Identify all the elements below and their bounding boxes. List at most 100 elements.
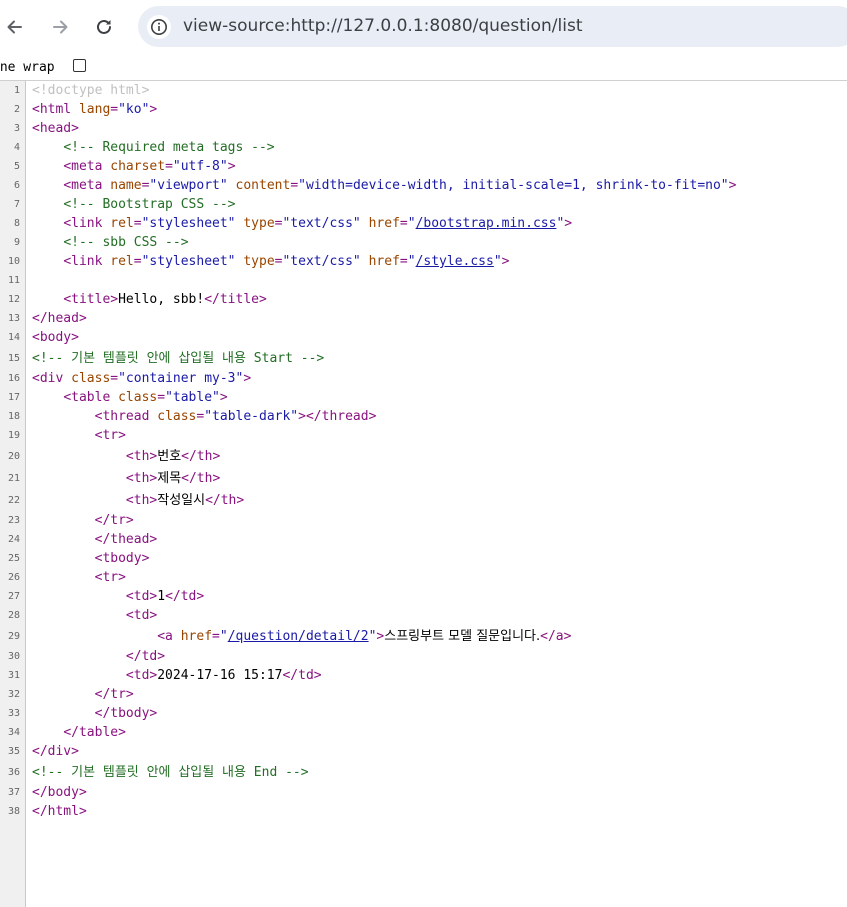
source-line: 31 <td>2024-17-16 15:17</td> <box>0 666 847 685</box>
line-number: 20 <box>7 451 20 462</box>
attr-value: "viewport" <box>149 178 228 193</box>
tag: <meta <box>63 178 111 193</box>
source-line: 29 <a href="/question/detail/2">스프링부트 모델… <box>0 627 847 646</box>
source-link[interactable]: /question/detail/2 <box>228 629 369 644</box>
tag: = <box>133 216 142 231</box>
line-number: 6 <box>13 180 20 191</box>
tag: = <box>133 254 142 269</box>
line-number: 18 <box>7 411 20 422</box>
tag: <tr> <box>94 570 126 585</box>
attr-name: href <box>368 216 400 231</box>
line-number: 23 <box>7 515 20 526</box>
comment: <!-- 기본 템플릿 안에 삽입될 내용 Start --> <box>32 351 325 366</box>
line-content: </tr> <box>32 685 134 704</box>
line-content: <div class="container my-3"> <box>32 369 251 388</box>
line-content: <th>작성일시</th> <box>32 491 244 510</box>
line-content: <html lang="ko"> <box>32 100 157 119</box>
line-content: <meta name="viewport" content="width=dev… <box>32 176 736 195</box>
source-line: 12 <title>Hello, sbb!</title> <box>0 290 847 309</box>
line-content: <tbody> <box>32 549 150 568</box>
attr-name: rel <box>110 254 134 269</box>
line-content: <link rel="stylesheet" type="text/css" h… <box>32 252 510 271</box>
line-content: <td> <box>32 606 157 625</box>
tag: > <box>501 254 510 269</box>
line-number: 29 <box>7 631 20 642</box>
site-info-button[interactable] <box>147 15 171 39</box>
tag: <title> <box>63 292 119 307</box>
source-line: 23 </tr> <box>0 511 847 530</box>
tag: > <box>728 178 737 193</box>
line-content: </head> <box>32 309 87 328</box>
text-node: 1 <box>157 589 166 604</box>
tag: <link <box>63 254 111 269</box>
line-number: 16 <box>7 373 20 384</box>
line-content: </tr> <box>32 511 134 530</box>
attr-value: "utf-8" <box>172 159 228 174</box>
source-line: 36 <!-- 기본 템플릿 안에 삽입될 내용 End --> <box>0 763 847 782</box>
tag: <html <box>32 102 79 117</box>
attr-name: type <box>243 216 275 231</box>
line-number: 25 <box>7 553 20 564</box>
tag: </tbody> <box>94 706 158 721</box>
line-number: 24 <box>7 534 20 545</box>
line-content: <tr> <box>32 426 126 445</box>
line-content: <!-- Bootstrap CSS --> <box>32 195 235 214</box>
attr-name: class <box>118 390 158 405</box>
line-number: 19 <box>7 430 20 441</box>
line-number: 31 <box>7 670 20 681</box>
doctype: <!doctype html> <box>32 83 150 98</box>
line-number: 28 <box>7 610 20 621</box>
line-content: <link rel="stylesheet" type="text/css" h… <box>32 214 572 233</box>
tag: = <box>212 629 220 644</box>
forward-button[interactable] <box>45 12 75 42</box>
tag: <tr> <box>94 428 126 443</box>
address-bar[interactable]: view-source:http://127.0.0.1:8080/questi… <box>138 6 847 47</box>
url-text[interactable]: view-source:http://127.0.0.1:8080/questi… <box>183 16 583 36</box>
browser-toolbar: view-source:http://127.0.0.1:8080/questi… <box>0 0 847 54</box>
back-button[interactable] <box>0 12 30 42</box>
tag: <th> <box>125 471 158 486</box>
source-line: 22 <th>작성일시</th> <box>0 491 847 510</box>
source-line: 24 </thead> <box>0 530 847 549</box>
text-node: 2024-17-16 15:17 <box>157 668 283 683</box>
tag: <meta <box>63 159 111 174</box>
tag: = <box>399 216 408 231</box>
tag: </tr> <box>94 513 134 528</box>
attr-name: content <box>235 178 291 193</box>
tag: > <box>149 102 158 117</box>
line-content: <body> <box>32 328 79 347</box>
source-link[interactable]: /bootstrap.min.css <box>416 216 557 231</box>
line-content: <th>제목</th> <box>32 469 220 488</box>
line-number: 38 <box>7 806 20 817</box>
source-link[interactable]: /style.css <box>416 254 494 269</box>
attr-name: href <box>180 629 213 644</box>
source-line: 16 <div class="container my-3"> <box>0 369 847 388</box>
tag: <link <box>63 216 111 231</box>
line-number: 4 <box>13 142 20 153</box>
line-number: 36 <box>7 767 20 778</box>
line-number: 7 <box>13 199 20 210</box>
attr-value: " <box>407 216 416 231</box>
comment: <!-- sbb CSS --> <box>63 235 189 250</box>
reload-button[interactable] <box>89 12 119 42</box>
line-number: 37 <box>7 787 20 798</box>
tag: ></thread> <box>298 409 377 424</box>
source-line: 4 <!-- Required meta tags --> <box>0 138 847 157</box>
attr-value: "stylesheet" <box>141 254 236 269</box>
tag: </th> <box>181 449 221 464</box>
tag: = <box>157 390 166 405</box>
text-node: 스프링부트 모델 질문입니다. <box>384 629 541 644</box>
source-line: 3 <head> <box>0 119 847 138</box>
line-number: 8 <box>13 218 20 229</box>
attr-name: class <box>71 371 111 386</box>
line-content: </div> <box>32 742 79 761</box>
line-number: 9 <box>13 237 20 248</box>
attr-name: type <box>243 254 275 269</box>
line-wrap-checkbox[interactable] <box>73 59 86 72</box>
line-content: <tr> <box>32 568 126 587</box>
source-line: 21 <th>제목</th> <box>0 469 847 488</box>
source-line: 27 <td>1</td> <box>0 587 847 606</box>
line-content: </html> <box>32 802 87 821</box>
line-number: 14 <box>7 332 20 343</box>
source-line: 18 <thread class="table-dark"></thread> <box>0 407 847 426</box>
